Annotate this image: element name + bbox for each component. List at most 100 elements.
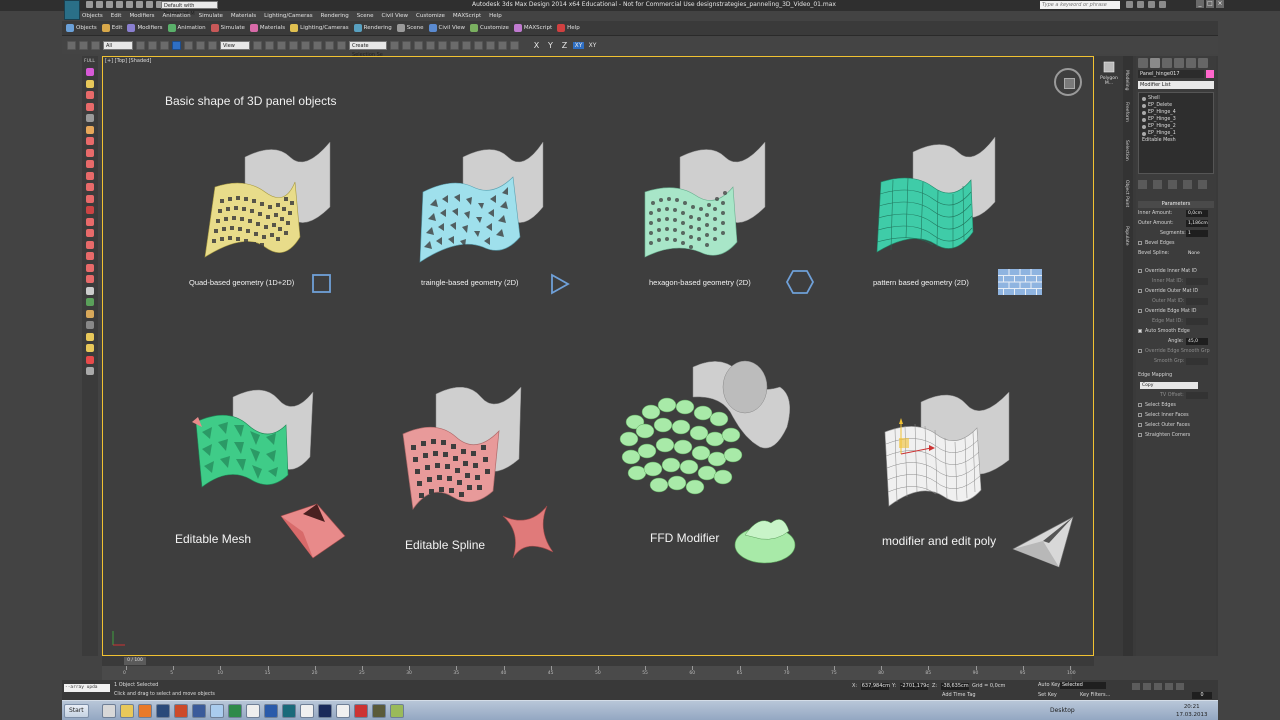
max-task-icon[interactable] bbox=[282, 704, 296, 718]
notepad-icon[interactable] bbox=[246, 704, 260, 718]
rectangular-region-icon[interactable] bbox=[160, 40, 169, 50]
override-outer-row[interactable]: Override Outer Mat ID bbox=[1138, 286, 1214, 296]
auto-key-button[interactable]: Auto Key bbox=[1038, 682, 1060, 688]
triangle-panel-object[interactable] bbox=[408, 137, 558, 267]
select-scale-icon[interactable] bbox=[208, 40, 217, 50]
modify-tab-icon[interactable] bbox=[1150, 58, 1160, 68]
layer-manager-icon[interactable] bbox=[414, 40, 423, 50]
polygon-modeling-icon[interactable] bbox=[1102, 60, 1116, 74]
bevel-spline-button[interactable]: None bbox=[1186, 249, 1208, 257]
ribbon-edit[interactable]: Edit bbox=[101, 24, 122, 32]
link-icon[interactable] bbox=[67, 40, 76, 50]
remove-modifier-icon[interactable] bbox=[1183, 180, 1192, 189]
ribbon-customize[interactable]: Customize bbox=[470, 24, 509, 32]
auto-smooth-row[interactable]: Auto Smooth Edge bbox=[1138, 326, 1214, 336]
x-coordinate-input[interactable]: 637,984cm bbox=[860, 683, 890, 690]
spinner-snap-icon[interactable] bbox=[325, 40, 334, 50]
strip-tool-icon[interactable] bbox=[86, 332, 94, 341]
vtab-freeform[interactable]: Freeform bbox=[1124, 102, 1129, 122]
menu-animation[interactable]: Animation bbox=[163, 13, 191, 19]
override-inner-row[interactable]: Override Inner Mat ID bbox=[1138, 266, 1214, 276]
maxscript-listener-input[interactable]: --array upda bbox=[64, 684, 110, 692]
viewport-label[interactable]: [+] [Top] [Shaded] bbox=[105, 58, 151, 64]
edit-named-selection-icon[interactable] bbox=[337, 40, 346, 50]
stack-item[interactable]: EP_Hinge_2 bbox=[1142, 124, 1176, 129]
stack-item[interactable]: EP_Hinge_1 bbox=[1142, 131, 1176, 136]
save-icon[interactable] bbox=[106, 1, 113, 8]
straighten-checkbox[interactable] bbox=[1138, 433, 1142, 437]
ribbon-help[interactable]: Help bbox=[557, 24, 580, 32]
select-by-name-icon[interactable] bbox=[148, 40, 157, 50]
strip-tool-icon[interactable] bbox=[86, 263, 94, 272]
select-edges-checkbox[interactable] bbox=[1138, 403, 1142, 407]
window-crossing-icon[interactable] bbox=[172, 40, 181, 50]
edit-poly-panel-object[interactable] bbox=[881, 382, 1041, 512]
light-bulb-icon[interactable] bbox=[1142, 117, 1146, 122]
play-icon[interactable] bbox=[1154, 683, 1162, 690]
quad-panel-object[interactable] bbox=[195, 137, 345, 267]
next-frame-icon[interactable] bbox=[1165, 683, 1173, 690]
show-end-result-icon[interactable] bbox=[1153, 180, 1162, 189]
close-icon[interactable]: × bbox=[1216, 0, 1224, 8]
strip-tool-icon[interactable] bbox=[86, 298, 94, 306]
stack-item[interactable]: EP_Hinge_4 bbox=[1142, 110, 1176, 115]
excel-icon[interactable] bbox=[228, 704, 242, 718]
modifier-list-select[interactable]: Modifier List bbox=[1138, 81, 1214, 89]
hierarchy-tab-icon[interactable] bbox=[1162, 58, 1172, 68]
edge-mapping-select[interactable]: Copy bbox=[1140, 381, 1198, 389]
select-inner-row[interactable]: Select Inner Faces bbox=[1138, 410, 1214, 420]
ribbon-animation[interactable]: Animation bbox=[167, 24, 206, 32]
strip-tool-icon[interactable] bbox=[86, 367, 94, 375]
z-coordinate-input[interactable]: -38,635cm bbox=[940, 683, 969, 690]
override-smooth-checkbox[interactable] bbox=[1138, 349, 1142, 353]
strip-tool-icon[interactable] bbox=[86, 275, 94, 283]
selection-filter-select[interactable]: All bbox=[103, 40, 133, 50]
stack-item[interactable]: Shell bbox=[1142, 96, 1160, 101]
segments-input[interactable]: 1 bbox=[1186, 229, 1208, 237]
select-rotate-icon[interactable] bbox=[196, 40, 205, 50]
ribbon-scene[interactable]: Scene bbox=[396, 24, 424, 32]
start-button[interactable]: Start bbox=[64, 704, 89, 718]
mirror-icon[interactable] bbox=[390, 40, 399, 50]
user-icon[interactable] bbox=[1148, 1, 1155, 8]
parameters-header[interactable]: Parameters bbox=[1138, 201, 1214, 208]
straighten-row[interactable]: Straighten Corners bbox=[1138, 430, 1214, 440]
select-move-icon[interactable] bbox=[184, 40, 193, 50]
menu-simulate[interactable]: Simulate bbox=[199, 13, 223, 19]
bevel-edges-checkbox[interactable] bbox=[1138, 241, 1142, 245]
tool-icon[interactable] bbox=[372, 704, 386, 718]
add-time-tag-button[interactable]: Add Time Tag bbox=[942, 692, 976, 698]
menu-maxscript[interactable]: MAXScript bbox=[453, 13, 481, 19]
new-icon[interactable] bbox=[86, 1, 93, 8]
antivirus-icon[interactable] bbox=[354, 704, 368, 718]
mesh-primitive-object[interactable] bbox=[273, 502, 353, 562]
light-bulb-icon[interactable] bbox=[1142, 131, 1146, 136]
render-setup-icon[interactable] bbox=[474, 40, 483, 50]
ribbon-maxscript[interactable]: MAXScript bbox=[513, 24, 552, 32]
percent-snap-icon[interactable] bbox=[313, 40, 322, 50]
editable-spline-panel-object[interactable] bbox=[401, 379, 551, 519]
strip-tool-icon[interactable] bbox=[86, 137, 94, 145]
tv-offset-input[interactable] bbox=[1186, 391, 1208, 399]
binoculars-icon[interactable] bbox=[1126, 1, 1133, 8]
photoshop-icon[interactable] bbox=[318, 704, 332, 718]
time-slider-thumb[interactable]: 0 / 100 bbox=[124, 657, 146, 665]
reference-coordinate-select[interactable]: View bbox=[220, 40, 250, 50]
align-icon[interactable] bbox=[402, 40, 411, 50]
bind-space-warp-icon[interactable] bbox=[91, 40, 100, 50]
system-clock[interactable]: 20:21 17.03.2013 bbox=[1176, 703, 1208, 719]
inner-amount-input[interactable]: 0,0cm bbox=[1186, 209, 1208, 217]
strip-tool-icon[interactable] bbox=[86, 114, 94, 122]
keyboard-shortcut-icon[interactable] bbox=[277, 40, 286, 50]
motion-tab-icon[interactable] bbox=[1174, 58, 1184, 68]
strip-tool-icon[interactable] bbox=[86, 217, 94, 226]
strip-tool-icon[interactable] bbox=[86, 321, 94, 329]
vtab-selection[interactable]: Selection bbox=[1124, 140, 1129, 161]
key-mode-select[interactable]: Selected bbox=[1060, 682, 1106, 689]
word-icon[interactable] bbox=[264, 704, 278, 718]
ribbon-rendering[interactable]: Rendering bbox=[353, 24, 392, 32]
strip-tool-icon[interactable] bbox=[86, 91, 94, 99]
light-bulb-icon[interactable] bbox=[1142, 124, 1146, 129]
pin-stack-icon[interactable] bbox=[1138, 180, 1147, 189]
strip-tool-icon[interactable] bbox=[86, 355, 94, 364]
